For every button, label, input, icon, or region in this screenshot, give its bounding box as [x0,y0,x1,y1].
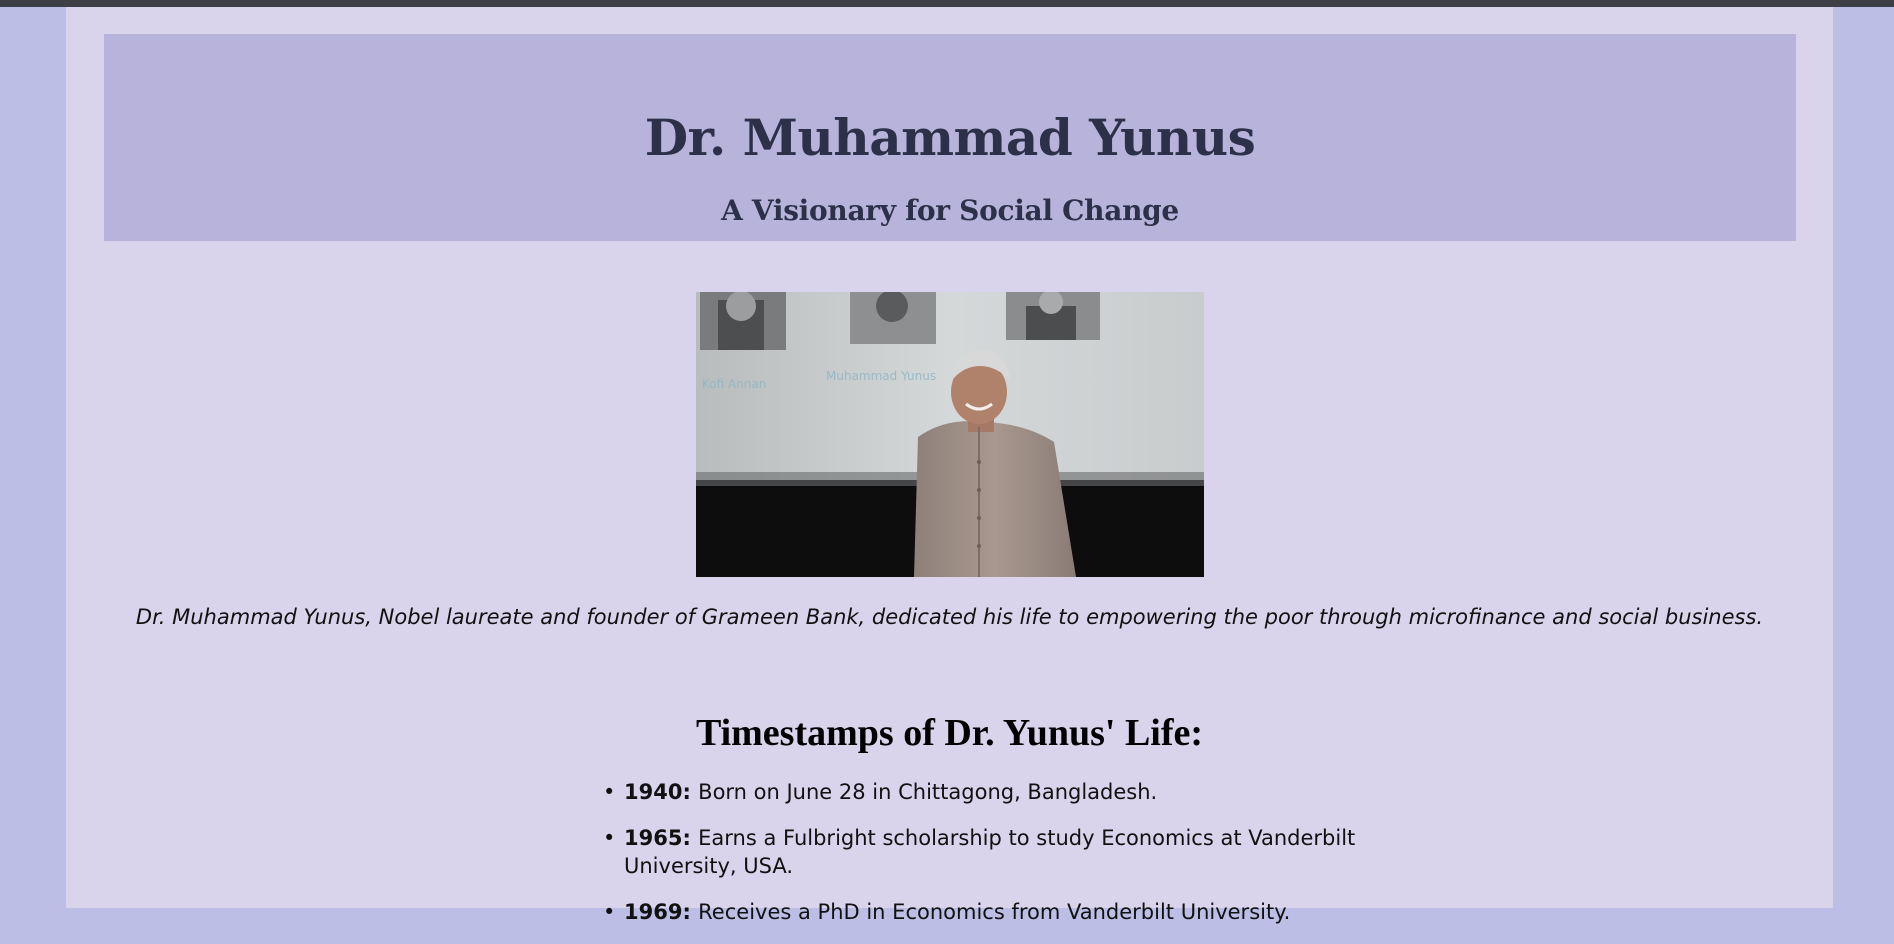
timeline-text: Earns a Fulbright scholarship to study E… [624,826,1356,878]
portrait-photo: Kofi Annan Muhammad Yunus [696,292,1204,577]
bullet-icon: • [603,826,616,850]
timeline-heading: Timestamps of Dr. Yunus' Life: [695,712,1204,754]
portrait-caption: Dr. Muhammad Yunus, Nobel laureate and f… [135,605,1764,629]
browser-top-bar [0,0,1894,7]
list-item: • 1940: Born on June 28 in Chittagong, B… [603,778,1404,806]
timeline-text: Born on June 28 in Chittagong, Banglades… [698,780,1158,804]
list-item: • 1969: Receives a PhD in Economics from… [603,898,1404,926]
timeline-year: 1965: [624,826,699,850]
timeline-text: Receives a PhD in Economics from Vanderb… [698,900,1291,924]
portrait-illustration: Kofi Annan Muhammad Yunus [696,292,1204,577]
bullet-icon: • [603,900,616,924]
svg-text:Muhammad Yunus: Muhammad Yunus [826,369,936,383]
page-header: Dr. Muhammad Yunus A Visionary for Socia… [104,34,1796,241]
svg-text:Kofi Annan: Kofi Annan [702,377,766,391]
timeline-year: 1940: [624,780,699,804]
timeline-list: • 1940: Born on June 28 in Chittagong, B… [603,778,1404,944]
page-subtitle: A Visionary for Social Change [721,194,1179,227]
list-item: • 1965: Earns a Fulbright scholarship to… [603,824,1404,880]
page-container: Dr. Muhammad Yunus A Visionary for Socia… [66,7,1833,924]
bullet-icon: • [603,780,616,804]
page-title: Dr. Muhammad Yunus [644,108,1256,167]
timeline-year: 1969: [624,900,699,924]
